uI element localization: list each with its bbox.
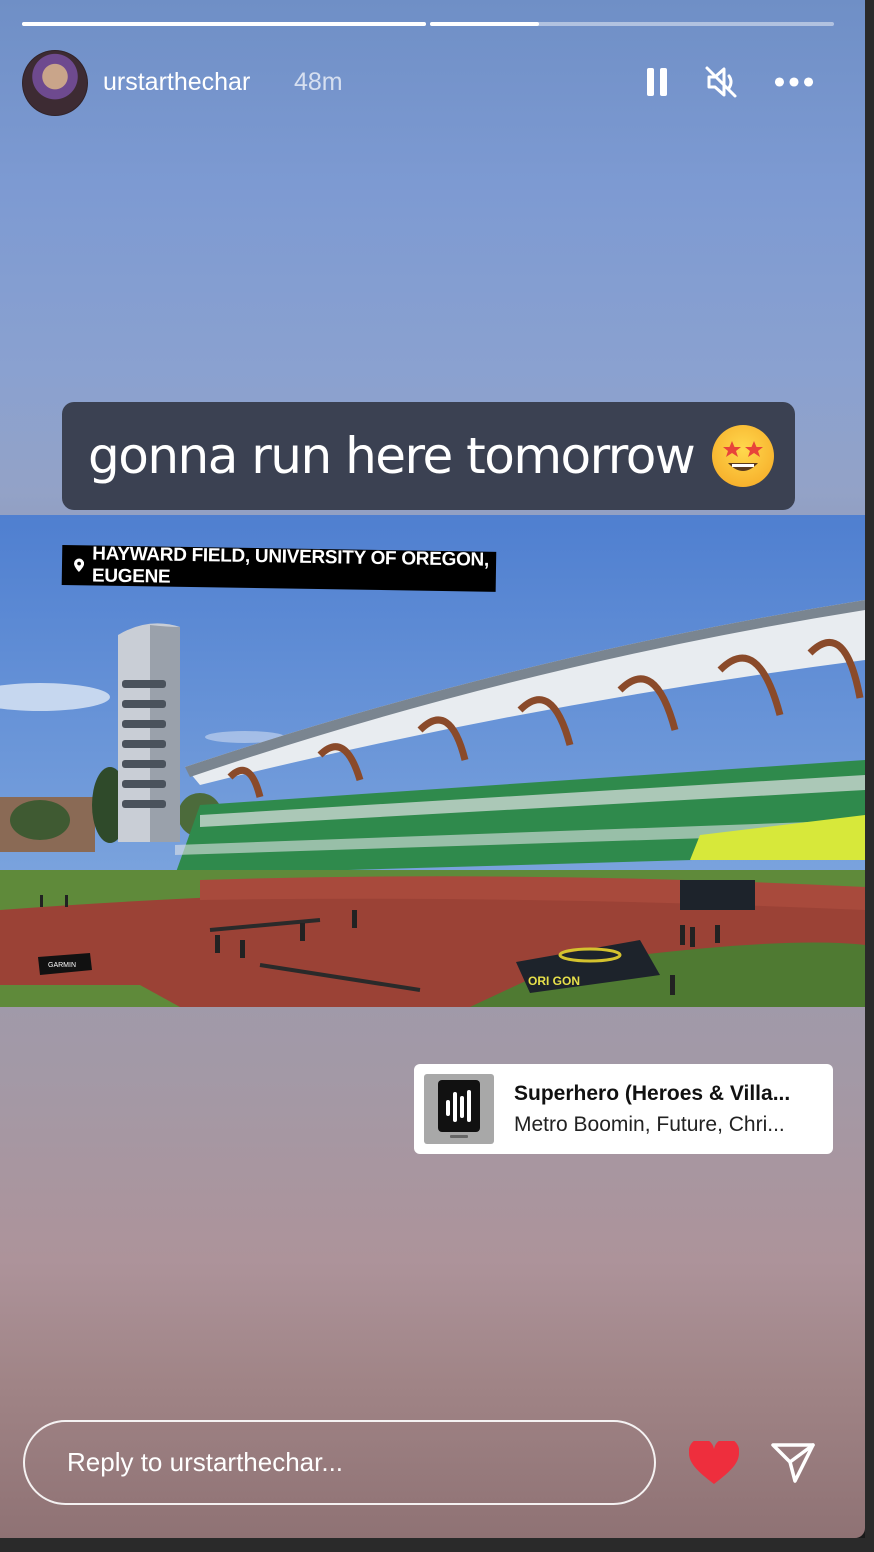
avatar[interactable] bbox=[22, 50, 88, 116]
share-button[interactable] bbox=[766, 1436, 820, 1490]
caption-text: gonna run here tomorrow bbox=[88, 427, 696, 485]
like-button[interactable] bbox=[687, 1436, 741, 1490]
username[interactable]: urstarthechar bbox=[103, 68, 250, 97]
song-artist: Metro Boomin, Future, Chri... bbox=[514, 1113, 785, 1136]
muted-speaker-icon bbox=[705, 66, 737, 98]
story-header: urstarthechar 48m bbox=[22, 50, 842, 116]
pause-button[interactable] bbox=[637, 62, 677, 102]
music-bars-icon bbox=[438, 1080, 480, 1138]
story-progress-1 bbox=[22, 22, 426, 26]
reply-field-container[interactable] bbox=[23, 1420, 656, 1505]
reply-input[interactable] bbox=[65, 1446, 629, 1479]
window-bottom-edge bbox=[0, 1538, 874, 1552]
album-art bbox=[424, 1074, 494, 1144]
oregon-mat-sign: ORI GON bbox=[528, 974, 580, 988]
mute-button[interactable] bbox=[701, 62, 741, 102]
send-icon bbox=[771, 1443, 815, 1483]
song-title: Superhero (Heroes & Villa... bbox=[514, 1082, 791, 1105]
location-text: HAYWARD FIELD, UNIVERSITY OF OREGON, EUG… bbox=[91, 543, 490, 588]
window-edge bbox=[865, 0, 874, 1552]
story-progress-2 bbox=[430, 22, 834, 26]
timestamp: 48m bbox=[294, 68, 343, 96]
caption-text-sticker: gonna run here tomorrow bbox=[62, 402, 795, 510]
location-pin-icon bbox=[74, 558, 85, 572]
location-sticker[interactable]: HAYWARD FIELD, UNIVERSITY OF OREGON, EUG… bbox=[61, 543, 497, 592]
star-struck-emoji-icon bbox=[712, 425, 775, 487]
more-options-button[interactable] bbox=[774, 62, 814, 102]
garmin-sign: GARMIN bbox=[48, 962, 76, 969]
heart-icon bbox=[689, 1441, 739, 1484]
pause-icon bbox=[647, 68, 667, 96]
more-icon bbox=[774, 77, 814, 87]
story-viewer[interactable]: urstarthechar 48m gonna run here tomorro… bbox=[0, 0, 865, 1538]
music-sticker[interactable]: Superhero (Heroes & Villa... Metro Boomi… bbox=[414, 1064, 833, 1154]
